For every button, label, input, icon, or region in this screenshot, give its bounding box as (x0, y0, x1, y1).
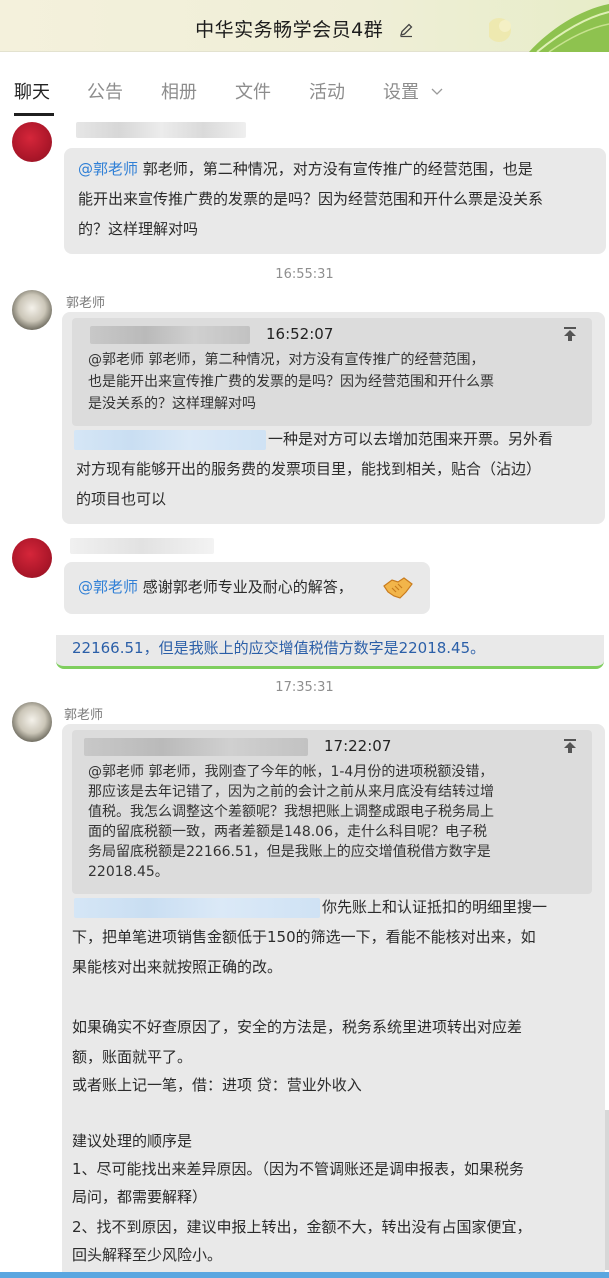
message-text-line: 如果确实不好查原因了，安全的方法是，税务系统里进项转出对应差 (72, 1018, 523, 1036)
blurred-quote-sender (84, 738, 308, 756)
message-text-line: 你先账上和认证抵扣的明细里搜一 (322, 898, 548, 916)
quote-text-line: 那应该是去年记错了，因为之前的会计之前从来月底没有结转过增 (88, 784, 494, 800)
message-text-line: 额，账面就平了。 (72, 1048, 193, 1066)
message-bubble[interactable]: 16:52:07 @郭老师 郭老师，第二种情况，对方没有宣传推广的经营范围， 也… (62, 312, 605, 524)
tab-announcement[interactable]: 公告 (87, 78, 123, 104)
quote-text-line: @郭老师 郭老师，我刚查了今年的帐，1-4月份的进项税额没错， (88, 764, 494, 780)
tab-files[interactable]: 文件 (235, 78, 271, 104)
blurred-sender-name (76, 122, 246, 138)
message-bubble[interactable]: 17:22:07 @郭老师 郭老师，我刚查了今年的帐，1-4月份的进项税额没错，… (62, 724, 605, 1272)
blurred-mention (74, 898, 320, 918)
message-text-line: 的项目也可以 (76, 490, 167, 508)
vertical-scrollbar[interactable] (605, 1110, 609, 1270)
avatar[interactable] (12, 538, 52, 578)
chevron-down-icon (431, 80, 443, 101)
tab-bar: 聊天 公告 相册 文件 活动 设置 (0, 52, 609, 122)
message-text-line: 对方现有能够开出的服务费的发票项目里，能找到相关，贴合（沾边） (76, 460, 542, 478)
message-text-line: 或者账上记一笔，借：进项 贷：营业外收入 (72, 1076, 362, 1094)
mention-link[interactable]: @郭老师 (78, 578, 138, 596)
avatar[interactable] (12, 702, 52, 742)
leaf-decoration-icon (489, 4, 609, 52)
group-title-text: 中华实务畅学会员4群 (195, 19, 384, 41)
message-text-line: 22166.51，但是我账上的应交增值税借方数字是22018.45。 (72, 639, 486, 657)
chat-message-list[interactable]: @郭老师 郭老师，第二种情况，对方没有宣传推广的经营范围，也是 能开出来宣传推广… (0, 122, 609, 1272)
quote-text-line: 务局留底税额是22166.51，但是我账上的应交增值税借方数字是 (88, 844, 491, 860)
avatar[interactable] (12, 122, 52, 162)
message-text-line: 的？这样理解对吗 (78, 220, 199, 238)
tab-settings[interactable]: 设置 (383, 78, 443, 104)
quote-text-line: 面的留底税额一致，两者差额是148.06，走什么科目呢？电子税 (88, 824, 487, 840)
quote-text-line: @郭老师 郭老师，第二种情况，对方没有宣传推广的经营范围， (88, 352, 485, 368)
message-text-line: 1、尽可能找出来差异原因。（因为不管调账还是调申报表，如果税务 (72, 1160, 525, 1178)
sender-name: 郭老师 (64, 708, 104, 723)
blurred-mention (74, 430, 266, 450)
partial-message-bubble[interactable]: 22166.51，但是我账上的应交增值税借方数字是22018.45。 (56, 635, 604, 669)
message-text-line: 一种是对方可以去增加范围来开票。另外看 (268, 430, 554, 448)
message-text-line: 果能核对出来就按照正确的改。 (72, 958, 283, 976)
active-tab-indicator (14, 113, 54, 116)
timestamp: 16:55:31 (275, 267, 334, 282)
message-bubble[interactable]: @郭老师 感谢郭老师专业及耐心的解答， (64, 562, 430, 614)
sender-name: 郭老师 (66, 296, 106, 311)
message-text-line: 郭老师，第二种情况，对方没有宣传推广的经营范围，也是 (142, 160, 533, 178)
blurred-sender-name (70, 538, 214, 554)
message-text-line: 2、找不到原因，建议申报上转出，金额不大，转出没有占国家便宜， (72, 1218, 532, 1236)
quoted-message[interactable]: 16:52:07 @郭老师 郭老师，第二种情况，对方没有宣传推广的经营范围， 也… (72, 318, 592, 426)
arrow-up-icon[interactable] (562, 738, 578, 760)
tab-activity[interactable]: 活动 (309, 78, 345, 104)
quote-text-line: 是没关系的？这样理解对吗 (88, 396, 256, 412)
message-text-line: 下，把单笔进项销售金额低于150的筛选一下，看能不能核对出来，如 (72, 928, 536, 946)
message-text-line: 能开出来宣传推广费的发票的是吗？因为经营范围和开什么票是没关系 (78, 190, 544, 208)
bottom-edge-bar (0, 1272, 609, 1278)
quote-text-line: 也是能开出来宣传推广费的发票的是吗？因为经营范围和开什么票 (88, 374, 494, 390)
message-bubble[interactable]: @郭老师 郭老师，第二种情况，对方没有宣传推广的经营范围，也是 能开出来宣传推广… (64, 148, 606, 254)
message-text-line: 建议处理的顺序是 (72, 1132, 193, 1150)
quote-time: 17:22:07 (324, 737, 392, 755)
blurred-quote-sender (90, 326, 250, 344)
pencil-icon[interactable] (398, 21, 414, 43)
quote-text-line: 值税。我怎么调整这个差额呢？我想把账上调整成跟电子税务局上 (88, 804, 494, 820)
mention-link[interactable]: @郭老师 (78, 160, 138, 178)
quote-text-line: 22018.45。 (88, 864, 169, 880)
message-text-line: 回头解释至少风险小。 (72, 1246, 223, 1264)
window-title-bar: 中华实务畅学会员4群 (0, 0, 609, 52)
quoted-message[interactable]: 17:22:07 @郭老师 郭老师，我刚查了今年的帐，1-4月份的进项税额没错，… (72, 730, 592, 894)
tab-chat[interactable]: 聊天 (14, 78, 50, 104)
message-text-line: 感谢郭老师专业及耐心的解答， (142, 578, 353, 596)
avatar[interactable] (12, 290, 52, 330)
arrow-up-icon[interactable] (562, 326, 578, 348)
tab-album[interactable]: 相册 (161, 78, 197, 104)
message-text-line: 局问，都需要解释） (72, 1188, 208, 1206)
quote-time: 16:52:07 (266, 325, 334, 343)
timestamp: 17:35:31 (275, 680, 334, 695)
tab-settings-label: 设置 (383, 82, 419, 103)
handshake-icon (382, 572, 414, 610)
